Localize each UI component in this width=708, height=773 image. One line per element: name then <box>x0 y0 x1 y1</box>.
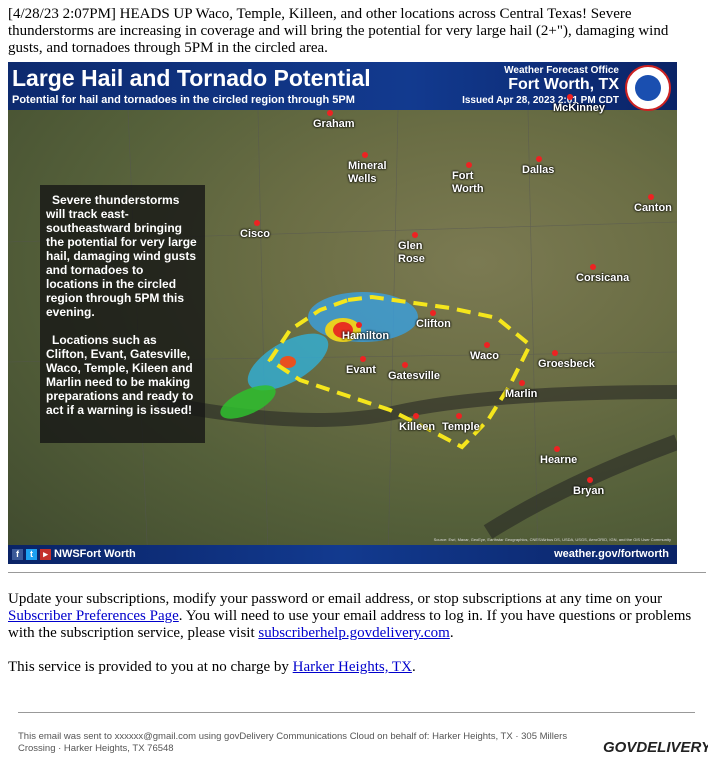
divider <box>8 572 706 573</box>
nws-logo-icon <box>625 65 671 111</box>
city-marker <box>254 220 260 226</box>
city-marker <box>590 264 596 270</box>
text: . <box>449 625 454 641</box>
city-marker <box>536 156 542 162</box>
office-name: Fort Worth, TX <box>508 76 619 93</box>
city-marker <box>466 162 472 168</box>
city-marker <box>484 342 490 348</box>
subscriber-preferences-link[interactable]: Subscriber Preferences Page <box>8 608 179 624</box>
city-label: Corsicana <box>576 272 630 284</box>
map-source: Source: Esri, Maxar, GeoEye, Earthstar G… <box>433 537 671 542</box>
city-marker <box>413 413 419 419</box>
footer-divider <box>18 712 695 713</box>
graphic-title: Large Hail and Tornado Potential <box>12 65 371 91</box>
city-marker <box>402 362 408 368</box>
graphic-subtitle: Potential for hail and tornadoes in the … <box>12 94 355 106</box>
social-handle: NWSFort Worth <box>54 548 136 560</box>
subscriber-help-link[interactable]: subscriberhelp.govdelivery.com <box>258 625 449 641</box>
city-label: Waco <box>470 350 499 362</box>
city-label: Bryan <box>573 485 605 497</box>
city-label: Dallas <box>522 164 555 176</box>
city-label: Canton <box>634 202 672 214</box>
city-label: Hearne <box>540 454 578 466</box>
city-marker <box>567 94 573 100</box>
info-textbox: Severe thunderstorms will track east-sou… <box>40 185 205 443</box>
info-paragraph: Severe thunderstorms will track east-sou… <box>46 193 197 319</box>
city-label: Evant <box>346 364 376 376</box>
city-marker <box>430 310 436 316</box>
office-url: weather.gov/fortworth <box>554 548 669 560</box>
city-label: Killeen <box>399 421 436 433</box>
text: Update your subscriptions, modify your p… <box>8 591 663 607</box>
city-label: Glen Rose <box>398 240 425 265</box>
city-marker <box>327 110 333 116</box>
facebook-icon: f <box>12 549 23 560</box>
city-marker <box>456 413 462 419</box>
city-label: Cisco <box>240 228 270 240</box>
city-marker <box>554 446 560 452</box>
city-label: Groesbeck <box>538 358 595 370</box>
city-label: Mineral Wells <box>348 160 387 185</box>
city-marker <box>412 232 418 238</box>
city-marker <box>648 194 654 200</box>
city-marker <box>519 380 525 386</box>
city-marker <box>362 152 368 158</box>
city-marker <box>356 322 362 328</box>
city-label: Marlin <box>505 388 538 400</box>
email-body: Update your subscriptions, modify your p… <box>8 591 708 693</box>
service-paragraph: This service is provided to you at no ch… <box>8 659 708 676</box>
office-label: Weather Forecast Office <box>504 65 619 76</box>
graphic-footer: f t ▸ NWSFort Worth weather.gov/fortwort… <box>8 545 677 564</box>
text: This service is provided to you at no ch… <box>8 659 293 675</box>
alert-intro-text: [4/28/23 2:07PM] HEADS UP Waco, Temple, … <box>8 6 669 56</box>
footer-text: This email was sent to xxxxxx@gmail.com … <box>18 731 568 754</box>
text: . <box>411 659 416 675</box>
city-label: Temple <box>442 421 480 433</box>
weather-graphic: Large Hail and Tornado Potential Potenti… <box>8 62 677 564</box>
city-marker <box>552 350 558 356</box>
city-marker <box>360 356 366 362</box>
city-label: Fort Worth <box>452 170 484 195</box>
harker-heights-link[interactable]: Harker Heights, TX <box>293 659 412 675</box>
govdelivery-logo: GOVDELIVERY <box>603 739 708 756</box>
city-label: Clifton <box>416 318 451 330</box>
subscription-paragraph: Update your subscriptions, modify your p… <box>8 591 708 642</box>
city-marker <box>587 477 593 483</box>
info-paragraph: Locations such as Clifton, Evant, Gatesv… <box>46 333 194 417</box>
city-label: McKinney <box>553 102 605 114</box>
twitter-icon: t <box>26 549 37 560</box>
youtube-icon: ▸ <box>40 549 51 560</box>
city-label: Graham <box>313 118 355 130</box>
city-label: Hamilton <box>342 330 390 342</box>
city-label: Gatesville <box>388 370 440 382</box>
